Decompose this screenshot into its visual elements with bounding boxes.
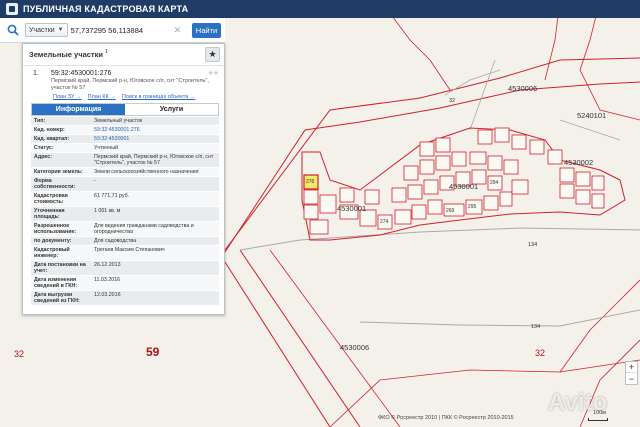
info-row-label: Уточненная площадь: [34,208,65,220]
panel-header: Земельные участки 1 ★ [23,44,224,66]
info-row-value: Земли сельскохозяйственного назначения [94,169,199,175]
parcel-label: 32 [449,98,456,104]
info-row-value: 1 001 кв. м [94,208,121,214]
map-label-32-left: 32 [14,349,25,359]
info-row-value: Трегаев Максим Степанович [94,247,165,253]
result-index: 1. [33,70,39,77]
parcel-label: 294 [490,180,499,186]
star-icon: ★ [208,49,217,59]
info-row: Дата постановки на учет: 26.12.2013 [31,261,219,276]
results-panel: Земельные участки 1 ★ 1. 59:32:4530001:2… [22,43,225,315]
info-row-value: 61 771,71 руб. [94,193,130,199]
info-row-label: Кад. номер: [34,127,65,133]
tab-information[interactable]: Информация [32,104,125,115]
rating-stars-icon[interactable]: ★★ [207,69,219,77]
quarter-label: 4530002 [564,158,594,167]
info-row-value: Учтенный [94,145,119,151]
result-address: Пермский край, Пермский р-н, Юговское с/… [51,78,209,91]
panel-title: Земельные участки [29,50,103,59]
info-row: Категория земель: Земли сельскохозяйствен… [31,168,219,177]
clear-icon[interactable]: ✕ [174,25,182,36]
info-row-value: Земельный участок [94,118,143,124]
info-row: по документу: Для садоводства [31,237,219,246]
find-button[interactable]: Найти [192,22,221,38]
quarter-label: 5240101 [577,111,607,120]
info-row-value: 26.12.2013 [94,262,121,268]
info-row: Кад. квартал: 59:32:4530001 [31,135,219,144]
map-label-59: 59 [146,345,160,359]
info-row-value: - [94,178,96,184]
parcel-label: 295 [468,204,477,210]
info-row-value: Пермский край, Пермский р-н, Юговское с/… [94,154,214,166]
info-row-label: Категория земель: [34,169,83,175]
link-plan-kk[interactable]: План КК → [88,94,116,100]
result-cad-number[interactable]: 59:32:4530001:276 [51,70,111,77]
parcel-label: 134 [531,324,541,330]
info-row-label: Кад. квартал: [34,136,70,142]
scale-label: 100м [593,410,606,416]
info-row: Кадастровый инженер: Трегаев Максим Степа… [31,246,219,261]
info-row: Кадастровая стоимость: 61 771,71 руб. [31,192,219,207]
info-row-value[interactable]: 59:32:4530001 [91,135,219,143]
scale-bar [588,418,608,421]
copyright-footer: ФКО © Росреестр 2010 | ПКК © Росреестр 2… [378,415,514,421]
info-row-label: Статус: [34,145,54,151]
info-row: Статус: Учтенный [31,144,219,153]
info-row: Кад. номер: 59:32:4530001:276 [31,126,219,135]
map-logo-icon [6,3,18,15]
quarter-label: 4530006 [340,343,370,352]
info-row: Разрешенное использование: Для ведения гр… [31,222,219,237]
info-row-value: Для ведения гражданами садоводства и ого… [94,223,194,235]
info-row-label: по документу: [34,238,72,244]
info-row-label: Дата постановки на учет: [34,262,86,274]
search-type-label: Участки [29,26,55,34]
zoom-out-button[interactable]: − [626,373,637,384]
link-search-bounds[interactable]: Поиск в границах объекта → [122,94,195,100]
parcel-label: 276 [306,179,315,185]
chevron-down-icon: ▼ [57,27,64,33]
info-row-label: Кадастровая стоимость: [34,193,68,205]
info-row-label: Тип: [34,118,46,124]
tab-services[interactable]: Услуги [125,104,218,115]
info-row: Форма собственности: - [31,177,219,192]
info-row: Уточненная площадь: 1 001 кв. м [31,207,219,222]
info-row-label: Разрешенное использование: [34,223,77,235]
result-links: План ЗУ → План КК → Поиск в границах объ… [53,94,195,100]
quarter-label: 4530001 [337,204,367,213]
zoom-control: + − [625,361,638,385]
info-row-value: 12.03.2016 [94,292,121,298]
result-count: 1 [104,48,109,55]
app-window: 59 32 32 4530006 4530006 5240101 4530002… [0,0,640,427]
app-title: ПУБЛИЧНАЯ КАДАСТРОВАЯ КАРТА [23,4,189,14]
app-header: ПУБЛИЧНАЯ КАДАСТРОВАЯ КАРТА [0,0,640,18]
search-type-select[interactable]: Участки ▼ [25,23,68,37]
info-row-label: Дата выгрузки сведений из ГКН: [34,292,80,304]
info-row-label: Дата изменения сведений в ГКН: [34,277,78,289]
info-row-value: Для садоводства [94,238,137,244]
panel-tabs: Информация Услуги [31,103,219,116]
parcel-label: 274 [380,219,389,225]
info-row: Дата изменения сведений в ГКН: 11.03.2016 [31,276,219,291]
info-table: Тип: Земельный участок Кад. номер: 59:32:45… [31,117,219,306]
map-label-32-right: 32 [535,348,546,358]
info-row: Тип: Земельный участок [31,117,219,126]
info-row-value[interactable]: 59:32:4530001:276 [91,126,219,134]
favorite-button[interactable]: ★ [205,47,220,62]
search-input[interactable] [70,23,174,37]
search-icon[interactable] [3,20,23,40]
quarter-label: 4530006 [508,84,538,93]
info-row-value: 11.03.2016 [94,277,121,283]
quarter-label: 4530001 [449,182,479,191]
parcel-label: 134 [528,242,538,248]
search-bar: Участки ▼ ✕ Найти [0,18,225,43]
info-row: Дата выгрузки сведений из ГКН: 12.03.2016 [31,291,219,306]
info-row-label: Форма собственности: [34,178,76,190]
parcel-label: 269 [446,208,455,214]
info-row-label: Кадастровый инженер: [34,247,70,259]
zoom-in-button[interactable]: + [626,362,637,373]
info-row-label: Адрес: [34,154,53,160]
link-plan-zu[interactable]: План ЗУ → [53,94,82,100]
info-row: Адрес: Пермский край, Пермский р-н, Юговс… [31,153,219,168]
